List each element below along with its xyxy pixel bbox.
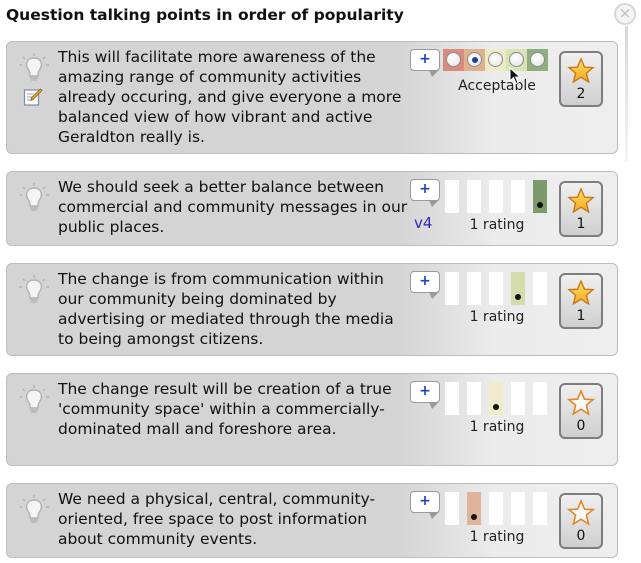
rating-dot [471, 514, 477, 520]
rating-distribution[interactable] [445, 382, 549, 415]
rating-slot[interactable] [533, 272, 547, 305]
rating-slot[interactable] [533, 492, 547, 525]
add-comment-button[interactable]: + [410, 179, 440, 207]
rating-dot [515, 294, 521, 300]
talking-point-text: We should seek a better balance between … [58, 178, 408, 236]
favorite-star-button[interactable]: 0 [559, 493, 603, 549]
lightbulb-icon [19, 183, 49, 211]
rating-distribution[interactable] [445, 272, 549, 305]
talking-point-card: This will facilitate more awareness of t… [6, 41, 618, 154]
rating-slot[interactable] [445, 492, 459, 525]
rating-option[interactable] [485, 49, 506, 71]
add-comment-button[interactable]: + [410, 381, 440, 409]
rating-distribution[interactable] [445, 180, 549, 213]
favorite-star-button[interactable]: 1 [559, 181, 603, 237]
favorite-star-button[interactable]: 2 [559, 51, 603, 107]
rating-label: 1 rating [469, 309, 525, 325]
mouse-cursor-icon [509, 67, 522, 85]
star-icon [567, 499, 595, 526]
star-count: 1 [576, 216, 586, 232]
star-count: 1 [576, 308, 586, 324]
star-icon [567, 389, 595, 416]
star-count: 2 [576, 86, 586, 102]
rating-slot[interactable] [445, 180, 459, 213]
rating-distribution[interactable] [445, 492, 549, 525]
rating-option[interactable] [527, 49, 548, 71]
rating-slot-marked[interactable] [489, 382, 503, 415]
star-icon [567, 57, 595, 84]
rating-slot[interactable] [533, 382, 547, 415]
lightbulb-icon [19, 53, 49, 81]
rating-option[interactable] [464, 49, 485, 71]
rating-slot[interactable] [511, 382, 525, 415]
version-link[interactable]: v4 [414, 214, 432, 232]
rating-slot-marked[interactable] [467, 492, 481, 525]
rating-slot-marked[interactable] [533, 180, 547, 213]
rating-slot[interactable] [489, 272, 503, 305]
lightbulb-icon [19, 385, 49, 413]
talking-point-card: The change is from communication within … [6, 263, 618, 356]
talking-point-card: The change result will be creation of a … [6, 373, 618, 466]
rating-slot[interactable] [467, 272, 481, 305]
scrollbar[interactable] [625, 26, 628, 161]
lightbulb-icon [19, 495, 49, 523]
rating-label: Acceptable [458, 78, 536, 94]
rating-option[interactable] [443, 49, 464, 71]
rating-scale[interactable] [443, 49, 551, 71]
star-icon [567, 279, 595, 306]
favorite-star-button[interactable]: 1 [559, 273, 603, 329]
rating-slot[interactable] [489, 180, 503, 213]
add-comment-button[interactable]: + [410, 491, 440, 519]
lightbulb-icon [19, 275, 49, 303]
rating-label: 1 rating [469, 217, 525, 233]
rating-label: 1 rating [469, 529, 525, 545]
close-icon: × [618, 4, 632, 22]
rating-slot[interactable] [511, 492, 525, 525]
rating-slot[interactable] [445, 382, 459, 415]
rating-slot[interactable] [489, 492, 503, 525]
rating-slot[interactable] [445, 272, 459, 305]
star-count: 0 [576, 418, 586, 434]
rating-dot [493, 404, 499, 410]
add-comment-button[interactable]: + [410, 271, 440, 299]
rating-label: 1 rating [469, 419, 525, 435]
talking-point-text: The change is from communication within … [58, 270, 394, 348]
talking-point-card: We need a physical, central, community-o… [6, 483, 618, 558]
rating-slot[interactable] [467, 382, 481, 415]
rating-slot[interactable] [467, 180, 481, 213]
edit-pencil-icon[interactable] [23, 87, 43, 107]
close-button[interactable]: × [614, 3, 636, 25]
star-count: 0 [576, 528, 586, 544]
rating-dot [537, 202, 543, 208]
panel-title: Question talking points in order of popu… [6, 6, 404, 24]
talking-point-text: The change result will be creation of a … [58, 380, 392, 438]
rating-slot-marked[interactable] [511, 272, 525, 305]
rating-slot[interactable] [511, 180, 525, 213]
talking-point-card: We should seek a better balance between … [6, 171, 618, 246]
star-icon [567, 187, 595, 214]
add-comment-button[interactable]: + [410, 49, 440, 77]
talking-point-text: We need a physical, central, community-o… [58, 490, 376, 548]
talking-point-text: This will facilitate more awareness of t… [58, 48, 402, 146]
favorite-star-button[interactable]: 0 [559, 383, 603, 439]
